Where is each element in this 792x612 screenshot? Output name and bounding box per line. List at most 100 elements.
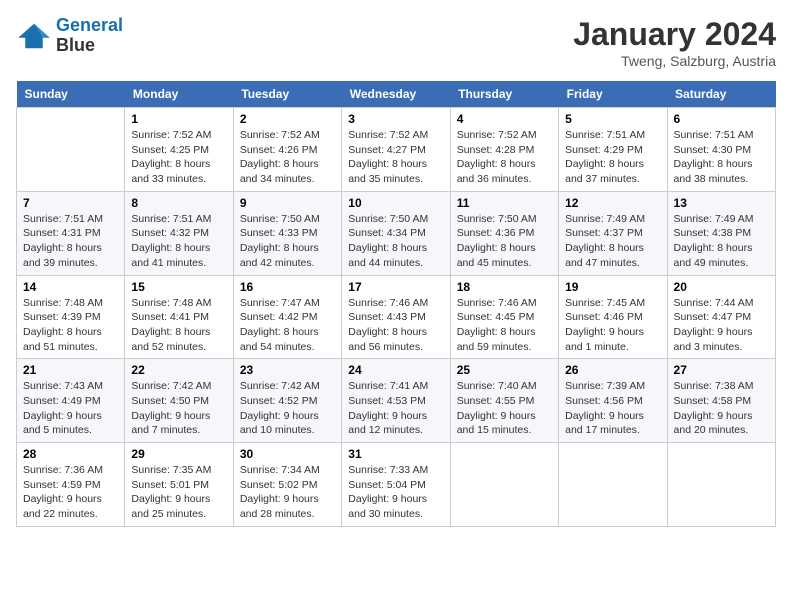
daylight-hours: Daylight: 9 hours and 20 minutes. <box>674 410 753 437</box>
sunset-time: Sunset: 4:47 PM <box>674 311 752 323</box>
daylight-hours: Daylight: 8 hours and 36 minutes. <box>457 158 536 185</box>
sunrise-time: Sunrise: 7:50 AM <box>457 213 537 225</box>
day-number: 15 <box>131 280 226 294</box>
daylight-hours: Daylight: 8 hours and 47 minutes. <box>565 242 644 269</box>
day-info: Sunrise: 7:46 AM Sunset: 4:43 PM Dayligh… <box>348 296 443 355</box>
day-number: 14 <box>23 280 118 294</box>
sunset-time: Sunset: 4:28 PM <box>457 144 535 156</box>
daylight-hours: Daylight: 8 hours and 54 minutes. <box>240 326 319 353</box>
daylight-hours: Daylight: 9 hours and 28 minutes. <box>240 493 319 520</box>
sunrise-time: Sunrise: 7:41 AM <box>348 380 428 392</box>
day-number: 6 <box>674 112 769 126</box>
day-number: 13 <box>674 196 769 210</box>
calendar-cell <box>559 443 667 527</box>
day-info: Sunrise: 7:49 AM Sunset: 4:38 PM Dayligh… <box>674 212 769 271</box>
day-info: Sunrise: 7:47 AM Sunset: 4:42 PM Dayligh… <box>240 296 335 355</box>
daylight-hours: Daylight: 8 hours and 41 minutes. <box>131 242 210 269</box>
sunset-time: Sunset: 4:37 PM <box>565 227 643 239</box>
daylight-hours: Daylight: 9 hours and 15 minutes. <box>457 410 536 437</box>
sunrise-time: Sunrise: 7:50 AM <box>348 213 428 225</box>
sunrise-time: Sunrise: 7:51 AM <box>565 129 645 141</box>
day-number: 24 <box>348 363 443 377</box>
calendar-cell: 25 Sunrise: 7:40 AM Sunset: 4:55 PM Dayl… <box>450 359 558 443</box>
daylight-hours: Daylight: 9 hours and 12 minutes. <box>348 410 427 437</box>
calendar-cell: 5 Sunrise: 7:51 AM Sunset: 4:29 PM Dayli… <box>559 108 667 192</box>
sunrise-time: Sunrise: 7:51 AM <box>674 129 754 141</box>
day-info: Sunrise: 7:51 AM Sunset: 4:29 PM Dayligh… <box>565 128 660 187</box>
sunrise-time: Sunrise: 7:51 AM <box>23 213 103 225</box>
sunset-time: Sunset: 4:39 PM <box>23 311 101 323</box>
calendar-cell: 18 Sunrise: 7:46 AM Sunset: 4:45 PM Dayl… <box>450 275 558 359</box>
calendar-cell: 29 Sunrise: 7:35 AM Sunset: 5:01 PM Dayl… <box>125 443 233 527</box>
sunset-time: Sunset: 4:42 PM <box>240 311 318 323</box>
sunrise-time: Sunrise: 7:40 AM <box>457 380 537 392</box>
day-number: 25 <box>457 363 552 377</box>
calendar-cell: 13 Sunrise: 7:49 AM Sunset: 4:38 PM Dayl… <box>667 191 775 275</box>
sunrise-time: Sunrise: 7:48 AM <box>23 297 103 309</box>
sunrise-time: Sunrise: 7:33 AM <box>348 464 428 476</box>
sunset-time: Sunset: 4:33 PM <box>240 227 318 239</box>
day-info: Sunrise: 7:50 AM Sunset: 4:34 PM Dayligh… <box>348 212 443 271</box>
day-info: Sunrise: 7:52 AM Sunset: 4:28 PM Dayligh… <box>457 128 552 187</box>
sunset-time: Sunset: 4:31 PM <box>23 227 101 239</box>
sunrise-time: Sunrise: 7:52 AM <box>131 129 211 141</box>
day-number: 18 <box>457 280 552 294</box>
calendar-cell: 8 Sunrise: 7:51 AM Sunset: 4:32 PM Dayli… <box>125 191 233 275</box>
day-number: 7 <box>23 196 118 210</box>
calendar-cell: 20 Sunrise: 7:44 AM Sunset: 4:47 PM Dayl… <box>667 275 775 359</box>
day-number: 26 <box>565 363 660 377</box>
day-number: 1 <box>131 112 226 126</box>
day-number: 23 <box>240 363 335 377</box>
daylight-hours: Daylight: 8 hours and 34 minutes. <box>240 158 319 185</box>
day-info: Sunrise: 7:45 AM Sunset: 4:46 PM Dayligh… <box>565 296 660 355</box>
sunset-time: Sunset: 4:41 PM <box>131 311 209 323</box>
calendar-cell: 3 Sunrise: 7:52 AM Sunset: 4:27 PM Dayli… <box>342 108 450 192</box>
calendar-cell: 17 Sunrise: 7:46 AM Sunset: 4:43 PM Dayl… <box>342 275 450 359</box>
sunrise-time: Sunrise: 7:38 AM <box>674 380 754 392</box>
daylight-hours: Daylight: 8 hours and 42 minutes. <box>240 242 319 269</box>
day-info: Sunrise: 7:51 AM Sunset: 4:30 PM Dayligh… <box>674 128 769 187</box>
daylight-hours: Daylight: 8 hours and 37 minutes. <box>565 158 644 185</box>
weekday-header-saturday: Saturday <box>667 81 775 108</box>
calendar-cell: 6 Sunrise: 7:51 AM Sunset: 4:30 PM Dayli… <box>667 108 775 192</box>
day-info: Sunrise: 7:34 AM Sunset: 5:02 PM Dayligh… <box>240 463 335 522</box>
calendar-cell: 10 Sunrise: 7:50 AM Sunset: 4:34 PM Dayl… <box>342 191 450 275</box>
calendar-cell: 24 Sunrise: 7:41 AM Sunset: 4:53 PM Dayl… <box>342 359 450 443</box>
daylight-hours: Daylight: 8 hours and 45 minutes. <box>457 242 536 269</box>
logo: General Blue <box>16 16 123 56</box>
sunset-time: Sunset: 4:55 PM <box>457 395 535 407</box>
day-number: 21 <box>23 363 118 377</box>
daylight-hours: Daylight: 8 hours and 59 minutes. <box>457 326 536 353</box>
sunrise-time: Sunrise: 7:52 AM <box>457 129 537 141</box>
daylight-hours: Daylight: 8 hours and 52 minutes. <box>131 326 210 353</box>
sunrise-time: Sunrise: 7:42 AM <box>131 380 211 392</box>
calendar-cell: 1 Sunrise: 7:52 AM Sunset: 4:25 PM Dayli… <box>125 108 233 192</box>
calendar-cell: 22 Sunrise: 7:42 AM Sunset: 4:50 PM Dayl… <box>125 359 233 443</box>
title-block: January 2024 Tweng, Salzburg, Austria <box>573 16 776 69</box>
sunset-time: Sunset: 4:45 PM <box>457 311 535 323</box>
sunset-time: Sunset: 4:36 PM <box>457 227 535 239</box>
sunset-time: Sunset: 4:32 PM <box>131 227 209 239</box>
calendar-cell <box>667 443 775 527</box>
sunset-time: Sunset: 4:49 PM <box>23 395 101 407</box>
daylight-hours: Daylight: 8 hours and 39 minutes. <box>23 242 102 269</box>
daylight-hours: Daylight: 9 hours and 5 minutes. <box>23 410 102 437</box>
sunrise-time: Sunrise: 7:46 AM <box>457 297 537 309</box>
sunrise-time: Sunrise: 7:50 AM <box>240 213 320 225</box>
day-number: 30 <box>240 447 335 461</box>
daylight-hours: Daylight: 8 hours and 33 minutes. <box>131 158 210 185</box>
day-number: 8 <box>131 196 226 210</box>
day-number: 5 <box>565 112 660 126</box>
sunset-time: Sunset: 4:38 PM <box>674 227 752 239</box>
day-info: Sunrise: 7:48 AM Sunset: 4:39 PM Dayligh… <box>23 296 118 355</box>
sunrise-time: Sunrise: 7:48 AM <box>131 297 211 309</box>
daylight-hours: Daylight: 9 hours and 22 minutes. <box>23 493 102 520</box>
day-number: 11 <box>457 196 552 210</box>
sunset-time: Sunset: 4:30 PM <box>674 144 752 156</box>
sunset-time: Sunset: 5:04 PM <box>348 479 426 491</box>
sunrise-time: Sunrise: 7:35 AM <box>131 464 211 476</box>
day-info: Sunrise: 7:35 AM Sunset: 5:01 PM Dayligh… <box>131 463 226 522</box>
daylight-hours: Daylight: 9 hours and 30 minutes. <box>348 493 427 520</box>
sunset-time: Sunset: 4:27 PM <box>348 144 426 156</box>
calendar-table: SundayMondayTuesdayWednesdayThursdayFrid… <box>16 81 776 527</box>
